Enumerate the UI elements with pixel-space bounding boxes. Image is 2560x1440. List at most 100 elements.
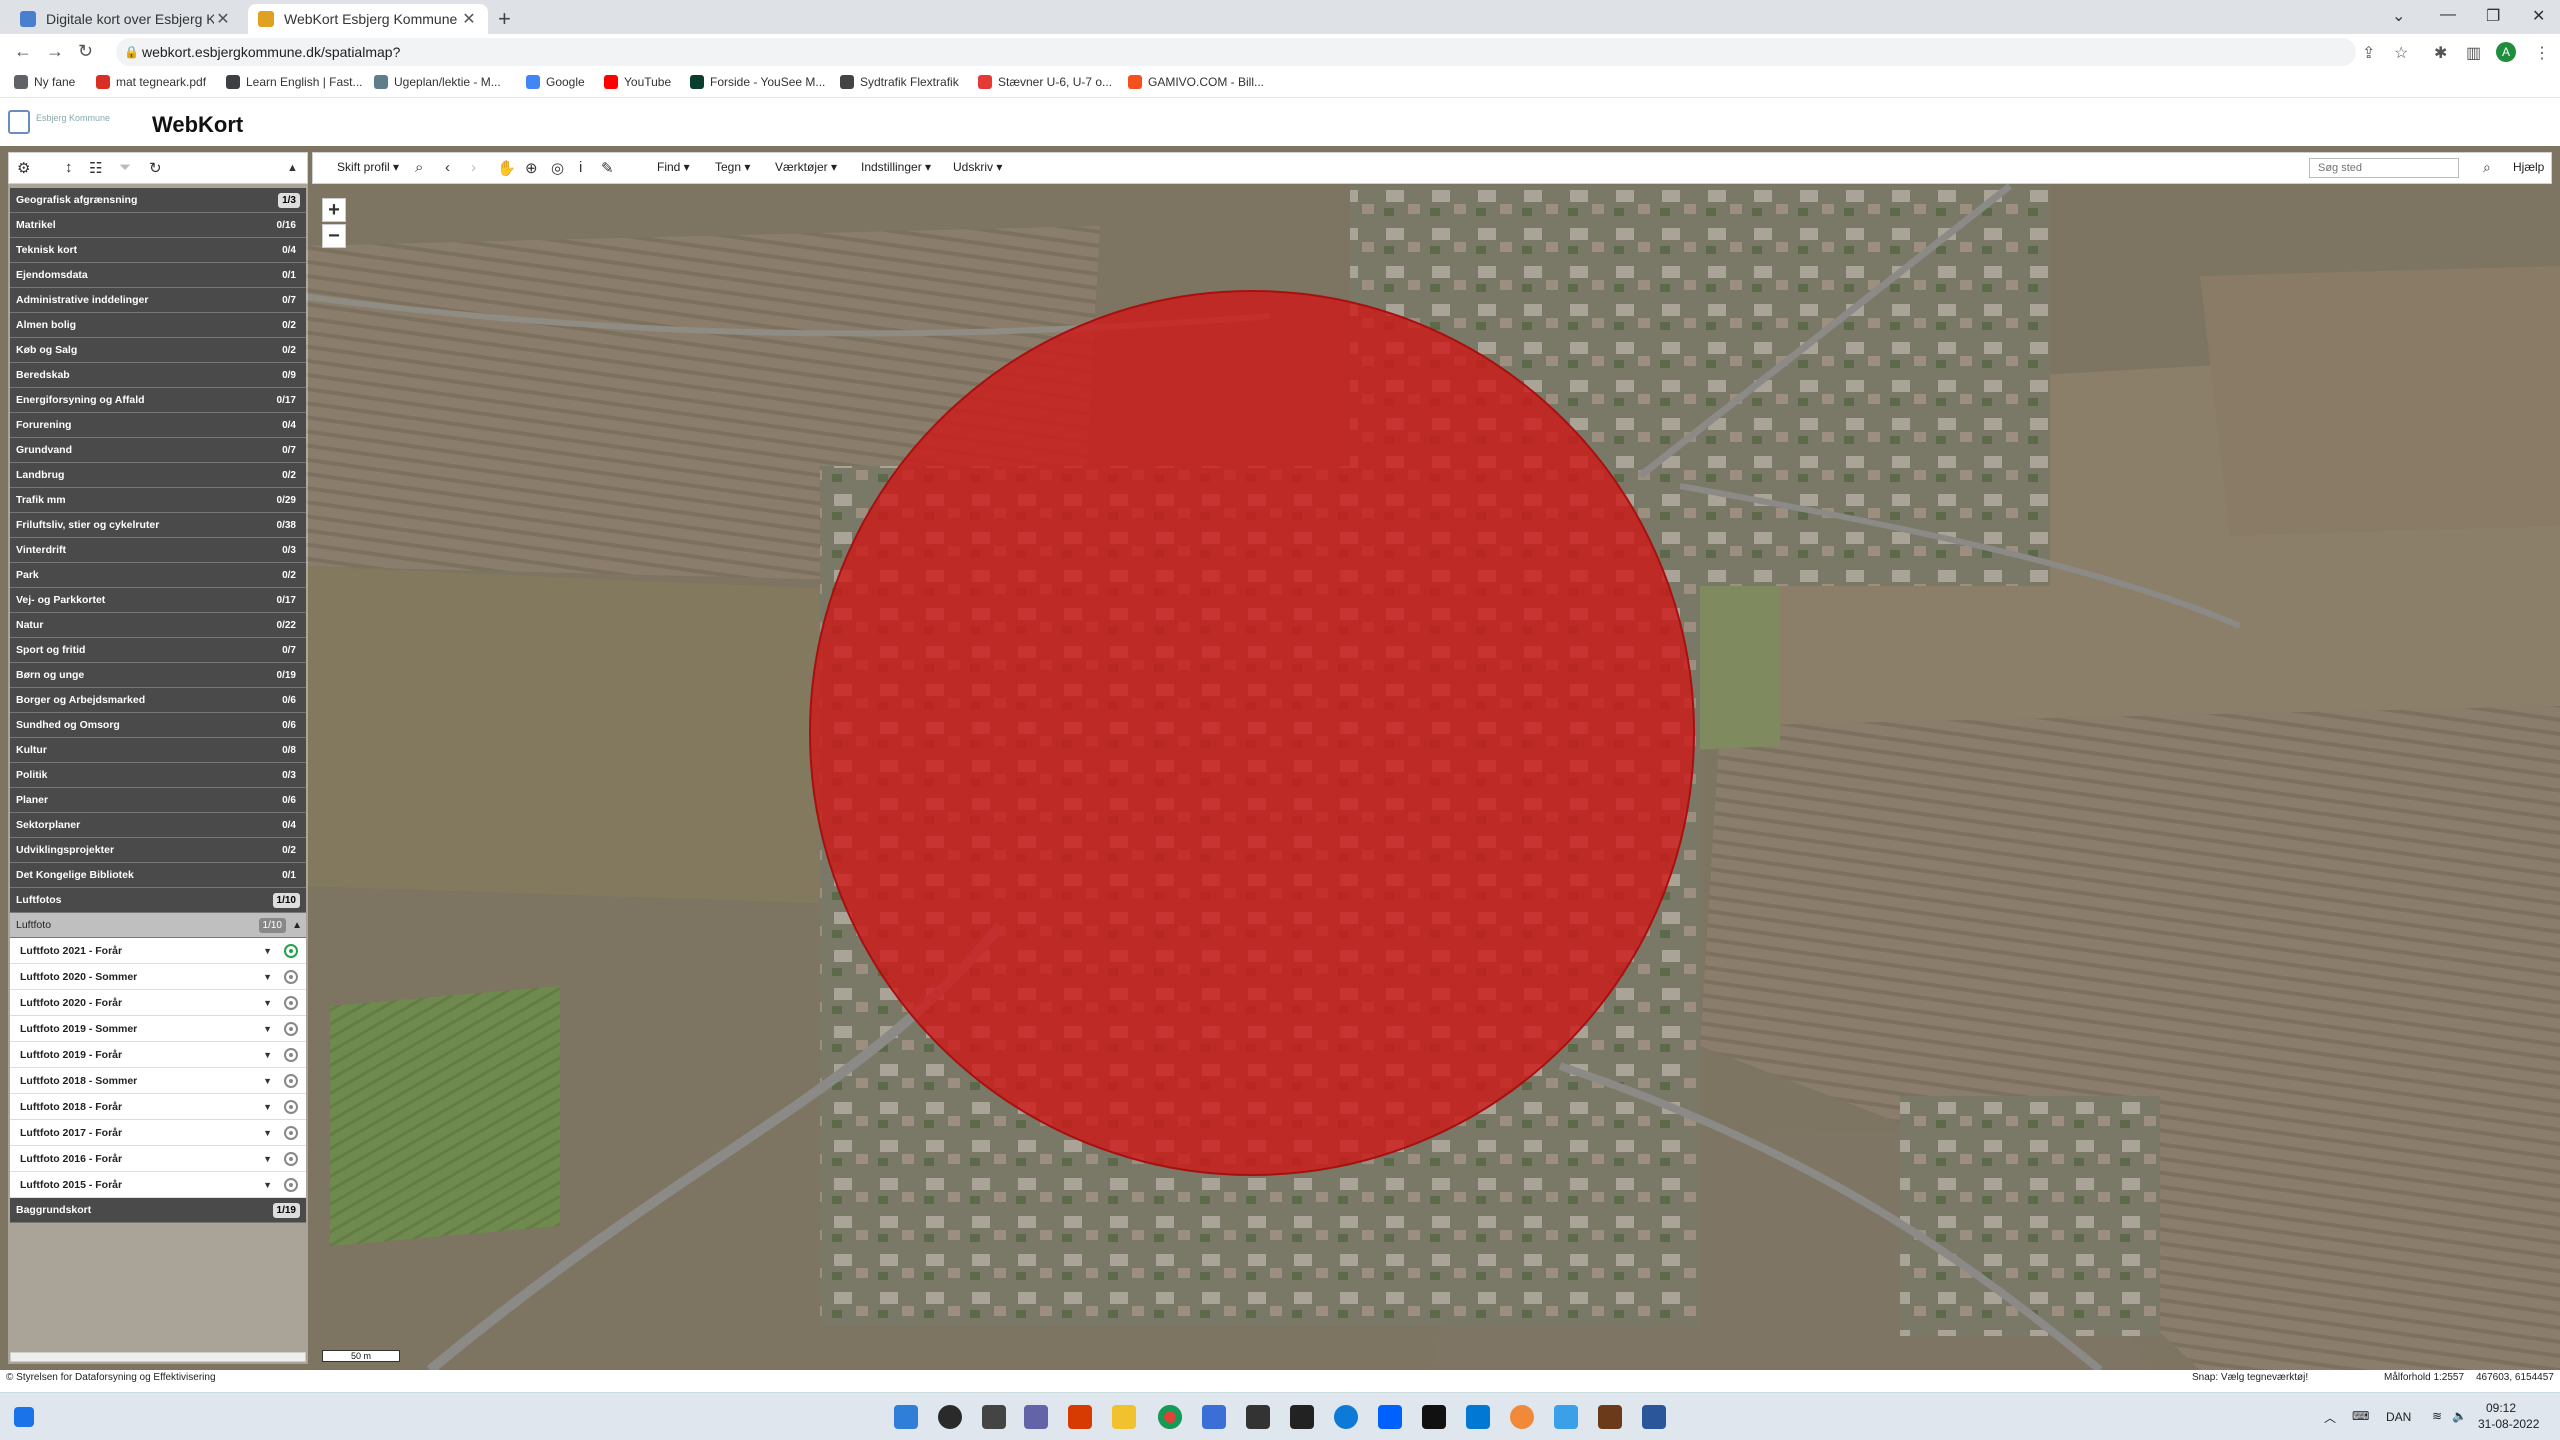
layer-group-row[interactable]: Udviklingsprojekter 0/2 [10, 838, 306, 863]
forward-icon[interactable]: → [46, 41, 64, 62]
open-layer-group-luftfoto[interactable]: Luftfoto 1/10 ▲ [10, 913, 306, 938]
bookmark-item[interactable]: Forside - YouSee M... [690, 75, 825, 89]
map-view[interactable]: Skift profil ▾ ⌕ ‹ › ✋ ⊕ ◎ i ✎ Find ▾ Te… [0, 146, 2560, 1370]
teams-icon[interactable] [1024, 1405, 1048, 1429]
menu-icon[interactable]: ⋮ [2534, 43, 2550, 63]
layer-group-row[interactable]: Geografisk afgrænsning 1/3 [10, 188, 306, 213]
close-window-button[interactable]: ✕ [2532, 6, 2545, 26]
task-view-icon[interactable] [982, 1405, 1006, 1429]
aerial-photo-map[interactable] [0, 146, 2560, 1370]
luftfoto-layer-item[interactable]: Luftfoto 2018 - Sommer ▼ [10, 1068, 306, 1094]
extensions-icon[interactable]: ✱ [2434, 43, 2447, 63]
windows-start-icon[interactable] [14, 1407, 34, 1427]
layer-radio-button[interactable] [284, 1022, 298, 1036]
layer-radio-button[interactable] [284, 970, 298, 984]
chrome-icon[interactable] [1158, 1405, 1182, 1429]
profile-avatar[interactable]: A [2496, 42, 2516, 62]
restore-button[interactable]: ❐ [2486, 6, 2500, 26]
layer-group-row[interactable]: Luftfotos 1/10 [10, 888, 306, 913]
layer-group-row[interactable]: Vinterdrift 0/3 [10, 538, 306, 563]
keyboard-icon[interactable]: ⌨ [2352, 1409, 2369, 1423]
layer-group-row[interactable]: Sundhed og Omsorg 0/6 [10, 713, 306, 738]
store-icon[interactable] [1202, 1405, 1226, 1429]
print-menu[interactable]: Udskriv ▾ [953, 160, 1002, 174]
settings-menu[interactable]: Indstillinger ▾ [861, 160, 931, 174]
layer-group-row[interactable]: Teknisk kort 0/4 [10, 238, 306, 263]
dropdown-arrow-icon[interactable]: ▼ [263, 1120, 272, 1146]
search-icon[interactable]: ⌕ [415, 159, 423, 176]
dropdown-arrow-icon[interactable]: ▼ [263, 1016, 272, 1042]
dropdown-arrow-icon[interactable]: ▼ [263, 1042, 272, 1068]
zoom-icon[interactable]: ⊕ [525, 159, 538, 177]
onedrive-icon[interactable] [1554, 1405, 1578, 1429]
dropdown-arrow-icon[interactable]: ▼ [263, 1094, 272, 1120]
forward-arrow-icon[interactable]: › [471, 159, 476, 176]
close-tab-icon[interactable]: ✕ [460, 9, 478, 29]
place-search-input[interactable] [2309, 158, 2459, 178]
bookmark-item[interactable]: GAMIVO.COM - Bill... [1128, 75, 1264, 89]
wifi-icon[interactable]: ≋ [2432, 1409, 2442, 1423]
back-icon[interactable]: ← [14, 41, 32, 62]
layer-group-row[interactable]: Politik 0/3 [10, 763, 306, 788]
layer-radio-button[interactable] [284, 1126, 298, 1140]
new-tab-button[interactable]: + [498, 6, 511, 32]
layer-group-row[interactable]: Natur 0/22 [10, 613, 306, 638]
layer-group-row[interactable]: Sektorplaner 0/4 [10, 813, 306, 838]
luftfoto-layer-item[interactable]: Luftfoto 2020 - Sommer ▼ [10, 964, 306, 990]
edge-icon[interactable] [1334, 1405, 1358, 1429]
reorder-icon[interactable]: ↕ [65, 159, 73, 176]
zoom-out-button[interactable]: − [322, 224, 346, 248]
draw-pen-icon[interactable]: ✎ [601, 159, 614, 177]
reset-icon[interactable]: ↻ [149, 159, 162, 177]
layer-radio-button[interactable] [284, 1100, 298, 1114]
layer-group-row[interactable]: Planer 0/6 [10, 788, 306, 813]
layer-group-row[interactable]: Forurening 0/4 [10, 413, 306, 438]
tab-search-icon[interactable]: ⌄ [2392, 6, 2405, 26]
layer-group-row[interactable]: Almen bolig 0/2 [10, 313, 306, 338]
layer-group-row[interactable]: Administrative inddelinger 0/7 [10, 288, 306, 313]
dropdown-arrow-icon[interactable]: ▼ [263, 964, 272, 990]
bookmark-item[interactable]: Ny fane [14, 75, 75, 89]
minimize-button[interactable]: — [2440, 6, 2456, 24]
file-explorer-icon[interactable] [1112, 1405, 1136, 1429]
globe-icon[interactable]: ◎ [551, 159, 564, 177]
layer-group-row[interactable]: Sport og fritid 0/7 [10, 638, 306, 663]
side-panel-icon[interactable]: ▥ [2466, 43, 2481, 63]
bookmark-item[interactable]: Learn English | Fast... [226, 75, 363, 89]
layer-radio-button[interactable] [284, 1152, 298, 1166]
bookmark-item[interactable]: Google [526, 75, 585, 89]
bookmark-item[interactable]: Stævner U-6, U-7 o... [978, 75, 1112, 89]
layer-group-row[interactable]: Matrikel 0/16 [10, 213, 306, 238]
layer-group-row[interactable]: Kultur 0/8 [10, 738, 306, 763]
chevron-up-icon[interactable]: ▲ [292, 913, 302, 937]
dropdown-arrow-icon[interactable]: ▼ [263, 1172, 272, 1198]
luftfoto-layer-item[interactable]: Luftfoto 2016 - Forår ▼ [10, 1146, 306, 1172]
luftfoto-layer-item[interactable]: Luftfoto 2021 - Forår ▼ [10, 938, 306, 964]
layer-group-row[interactable]: Grundvand 0/7 [10, 438, 306, 463]
app-icon[interactable] [1246, 1405, 1270, 1429]
layer-group-row[interactable]: Beredskab 0/9 [10, 363, 306, 388]
collapse-panel-icon[interactable]: ▲ [287, 162, 298, 174]
word-icon[interactable] [1642, 1405, 1666, 1429]
bookmark-star-icon[interactable]: ☆ [2394, 43, 2408, 63]
pan-hand-icon[interactable]: ✋ [497, 159, 516, 177]
amazon-icon[interactable] [1422, 1405, 1446, 1429]
help-link[interactable]: Hjælp [2513, 160, 2544, 174]
layer-radio-button[interactable] [284, 1048, 298, 1062]
close-tab-icon[interactable]: ✕ [214, 9, 232, 29]
bookmark-item[interactable]: YouTube [604, 75, 671, 89]
mail-icon[interactable] [1466, 1405, 1490, 1429]
layer-group-row[interactable]: Park 0/2 [10, 563, 306, 588]
luftfoto-layer-item[interactable]: Luftfoto 2019 - Forår ▼ [10, 1042, 306, 1068]
layer-list-icon[interactable]: ☷ [89, 159, 102, 177]
find-menu[interactable]: Find ▾ [657, 160, 690, 174]
bookmark-item[interactable]: mat tegneark.pdf [96, 75, 206, 89]
luftfoto-layer-item[interactable]: Luftfoto 2015 - Forår ▼ [10, 1172, 306, 1198]
luftfoto-layer-item[interactable]: Luftfoto 2018 - Forår ▼ [10, 1094, 306, 1120]
bookmark-item[interactable]: Sydtrafik Flextrafik [840, 75, 959, 89]
share-icon[interactable]: ⇪ [2362, 43, 2375, 63]
layer-group-row[interactable]: Baggrundskort 1/19 [10, 1198, 306, 1223]
tab-digitale-kort[interactable]: Digitale kort over Esbjerg Komm ✕ [10, 4, 242, 34]
dropbox-icon[interactable] [1378, 1405, 1402, 1429]
minecraft-icon[interactable] [1598, 1405, 1622, 1429]
